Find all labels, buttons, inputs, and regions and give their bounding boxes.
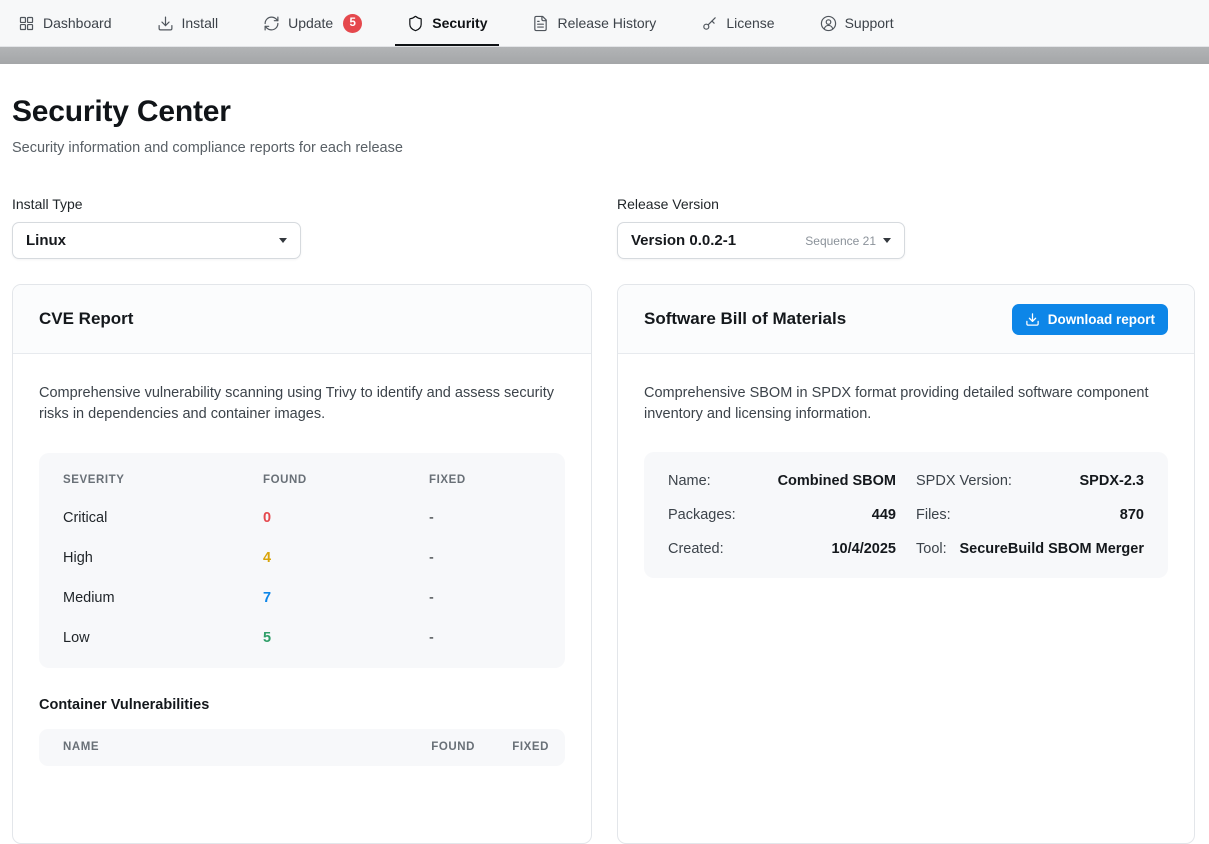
fixed-count: -	[429, 590, 541, 606]
table-row: Low 5 -	[63, 618, 541, 658]
info-label: Created:	[668, 541, 724, 557]
nav-item-label: Update	[288, 15, 333, 31]
info-value: SecureBuild SBOM Merger	[959, 541, 1144, 557]
fixed-count: -	[429, 550, 541, 566]
found-count: 4	[263, 550, 429, 566]
table-row: Created: 10/4/2025 Tool: SecureBuild SBO…	[668, 532, 1144, 566]
cve-card-header: CVE Report	[13, 285, 591, 354]
cve-card-description: Comprehensive vulnerability scanning usi…	[39, 383, 565, 426]
nav-item-license[interactable]: License	[701, 0, 774, 46]
release-sequence-text: Sequence 21	[805, 234, 876, 248]
container-vulnerabilities-title: Container Vulnerabilities	[39, 697, 565, 713]
nav-item-label: License	[726, 15, 774, 31]
refresh-icon	[263, 15, 280, 32]
person-circle-icon	[820, 15, 837, 32]
column-header-fixed: FIXED	[429, 474, 541, 486]
sbom-info-table: Name: Combined SBOM SPDX Version: SPDX-2…	[644, 452, 1168, 578]
nav-item-label: Support	[845, 15, 894, 31]
info-label: Name:	[668, 473, 711, 489]
sbom-card-description: Comprehensive SBOM in SPDX format provid…	[644, 383, 1168, 426]
column-header-name: NAME	[63, 741, 385, 753]
shield-icon	[407, 15, 424, 32]
release-version-value: Version 0.0.2-1	[631, 232, 736, 249]
table-row: Packages: 449 Files: 870	[668, 498, 1144, 532]
info-label: SPDX Version:	[916, 473, 1012, 489]
cve-card-body: Comprehensive vulnerability scanning usi…	[13, 354, 591, 792]
install-type-value: Linux	[26, 232, 66, 249]
table-row: Critical 0 -	[63, 498, 541, 538]
found-count: 7	[263, 590, 429, 606]
severity-label: High	[63, 550, 263, 566]
release-version-filter: Release Version Version 0.0.2-1 Sequence…	[617, 196, 1195, 259]
page-subtitle: Security information and compliance repo…	[12, 140, 1195, 156]
found-count: 0	[263, 510, 429, 526]
info-value: 10/4/2025	[831, 541, 896, 557]
found-count: 5	[263, 630, 429, 646]
cve-report-card: CVE Report Comprehensive vulnerability s…	[12, 284, 592, 844]
page-title: Security Center	[12, 95, 1195, 129]
download-icon	[157, 15, 174, 32]
severity-label: Low	[63, 630, 263, 646]
column-header-found: FOUND	[385, 741, 475, 753]
nav-item-label: Dashboard	[43, 15, 112, 31]
severity-table: SEVERITY FOUND FIXED Critical 0 - High 4…	[39, 453, 565, 668]
grid-icon	[18, 15, 35, 32]
severity-label: Critical	[63, 510, 263, 526]
severity-table-header: SEVERITY FOUND FIXED	[63, 470, 541, 498]
release-version-label: Release Version	[617, 196, 1195, 212]
nav-item-update[interactable]: Update 5	[263, 0, 362, 46]
download-report-label: Download report	[1048, 312, 1155, 327]
sbom-card-body: Comprehensive SBOM in SPDX format provid…	[618, 354, 1194, 604]
nav-item-label: Install	[182, 15, 219, 31]
info-value: 449	[872, 507, 896, 523]
table-row: Name: Combined SBOM SPDX Version: SPDX-2…	[668, 464, 1144, 498]
table-row: High 4 -	[63, 538, 541, 578]
chevron-down-icon	[279, 238, 287, 243]
container-table-header: NAME FOUND FIXED	[39, 729, 565, 766]
info-label: Files:	[916, 507, 951, 523]
info-label: Packages:	[668, 507, 736, 523]
main-content: Security Center Security information and…	[0, 95, 1209, 844]
nav-item-label: Release History	[557, 15, 656, 31]
chevron-down-icon	[883, 238, 891, 243]
page-top-strip	[0, 47, 1209, 64]
nav-item-dashboard[interactable]: Dashboard	[18, 0, 112, 46]
info-value: Combined SBOM	[778, 473, 896, 489]
sbom-card-header: Software Bill of Materials Download repo…	[618, 285, 1194, 354]
info-value: 870	[1120, 507, 1144, 523]
key-icon	[701, 15, 718, 32]
nav-item-support[interactable]: Support	[820, 0, 894, 46]
nav-item-install[interactable]: Install	[157, 0, 219, 46]
table-row: Medium 7 -	[63, 578, 541, 618]
info-value: SPDX-2.3	[1080, 473, 1144, 489]
release-version-select[interactable]: Version 0.0.2-1 Sequence 21	[617, 222, 905, 259]
sbom-card: Software Bill of Materials Download repo…	[617, 284, 1195, 844]
top-nav: Dashboard Install Update 5 Security Rele…	[0, 0, 1209, 47]
column-header-severity: SEVERITY	[63, 474, 263, 486]
fixed-count: -	[429, 510, 541, 526]
update-count-badge: 5	[343, 14, 362, 33]
info-label: Tool:	[916, 541, 947, 557]
document-icon	[532, 15, 549, 32]
nav-item-release-history[interactable]: Release History	[532, 0, 656, 46]
install-type-filter: Install Type Linux	[12, 196, 592, 259]
nav-item-security[interactable]: Security	[395, 0, 499, 46]
cve-card-title: CVE Report	[39, 309, 133, 329]
column-header-found: FOUND	[263, 474, 429, 486]
fixed-count: -	[429, 630, 541, 646]
filters-row: Install Type Linux Release Version Versi…	[12, 196, 1195, 259]
nav-item-label: Security	[432, 15, 487, 31]
severity-label: Medium	[63, 590, 263, 606]
sbom-card-title: Software Bill of Materials	[644, 309, 846, 329]
install-type-label: Install Type	[12, 196, 592, 212]
download-icon	[1025, 312, 1040, 327]
column-header-fixed: FIXED	[475, 741, 549, 753]
install-type-select[interactable]: Linux	[12, 222, 301, 259]
cards-row: CVE Report Comprehensive vulnerability s…	[12, 284, 1195, 844]
download-report-button[interactable]: Download report	[1012, 304, 1168, 335]
